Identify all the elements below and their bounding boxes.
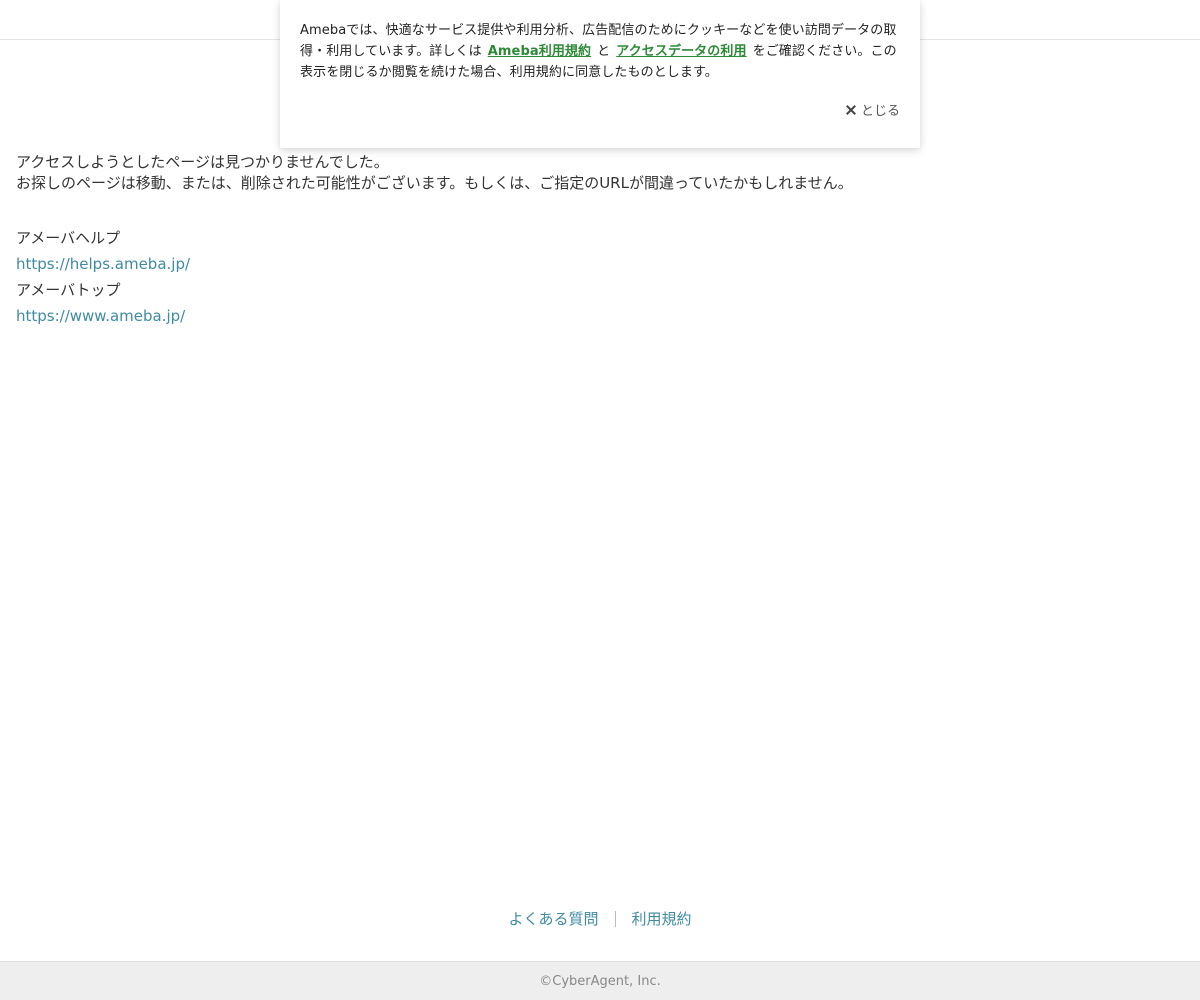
ameba-terms-link[interactable]: Ameba利用規約 (488, 44, 591, 59)
ameba-help-link[interactable]: https://helps.ameba.jp/ (16, 251, 1176, 277)
close-icon (846, 105, 856, 115)
not-found-message: アクセスしようとしたページは見つかりませんでした。 (16, 153, 389, 171)
main-content: アクセスしようとしたページは見つかりませんでした。 お探しのページは移動、または… (16, 152, 1176, 329)
close-label: とじる (860, 104, 900, 119)
help-links: アメーバヘルプ https://helps.ameba.jp/ アメーバトップ … (16, 225, 1176, 329)
access-data-link[interactable]: アクセスデータの利用 (616, 44, 746, 59)
faq-link[interactable]: よくある質問 (492, 906, 614, 932)
close-banner-button[interactable]: とじる (846, 100, 900, 119)
footer: ©CyberAgent, Inc. (0, 961, 1200, 1000)
ameba-top-label: アメーバトップ (16, 281, 121, 299)
cookie-consent-banner: Amebaでは、快適なサービス提供や利用分析、広告配信のためにクッキーなどを使い… (280, 0, 920, 148)
not-found-detail: お探しのページは移動、または、削除された可能性がございます。もしくは、ご指定のU… (16, 174, 853, 192)
copyright: ©CyberAgent, Inc. (539, 973, 661, 989)
footer-links: よくある質問 利用規約 (0, 906, 1200, 932)
terms-link[interactable]: 利用規約 (616, 906, 708, 932)
ameba-help-label: アメーバヘルプ (16, 229, 121, 247)
cookie-consent-text: Amebaでは、快適なサービス提供や利用分析、広告配信のためにクッキーなどを使い… (300, 20, 900, 83)
cookie-text-connector: と (597, 44, 611, 59)
ameba-top-link[interactable]: https://www.ameba.jp/ (16, 303, 1176, 329)
